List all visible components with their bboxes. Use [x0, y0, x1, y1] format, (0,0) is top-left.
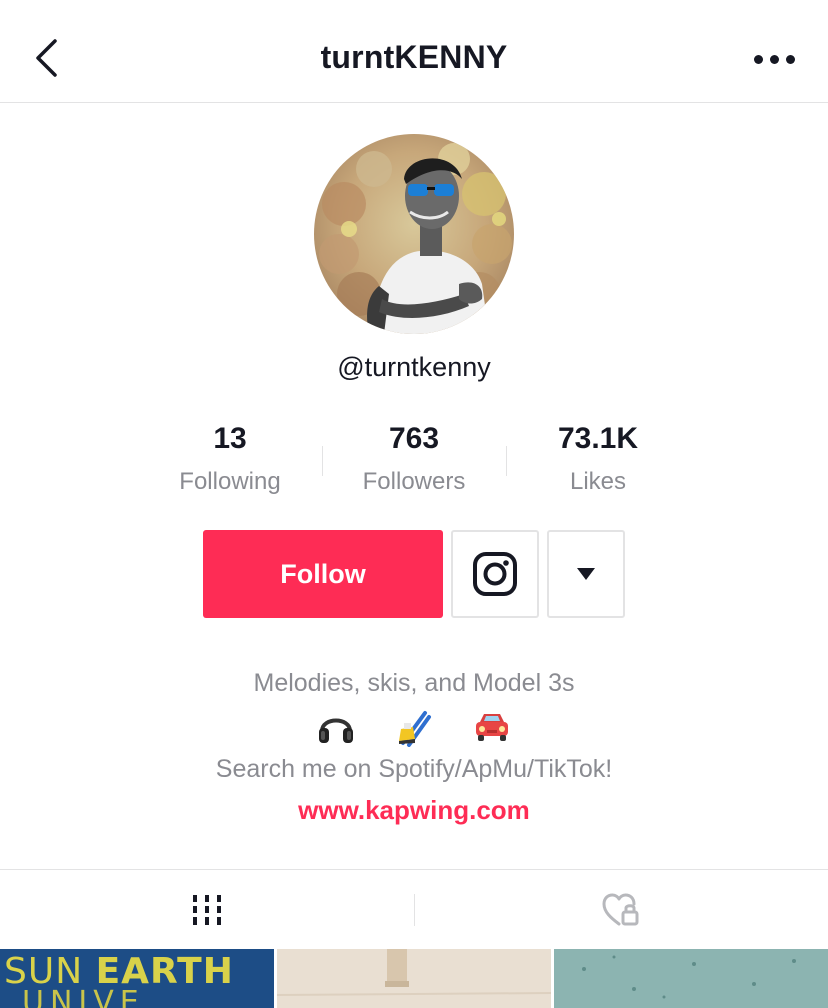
more-options-button[interactable] [750, 44, 798, 74]
follow-button[interactable]: Follow [203, 530, 443, 618]
bio-emojis [0, 703, 828, 751]
profile-page: turntKENNY @turntkenny 13 Following 763 … [0, 0, 828, 1008]
more-dot [785, 54, 795, 64]
stat-value: 73.1K [557, 422, 639, 455]
profile-stats: 13 Following 763 Followers 73.1K Likes [0, 418, 828, 508]
bio-text-line2: Search me on Spotify/ApMu/TikTok! [215, 755, 613, 783]
thumbnail-image [277, 949, 551, 1008]
stat-value: 763 [388, 422, 440, 455]
bio-link[interactable]: www.kapwing.com [298, 793, 530, 827]
thumbnail-text-c: UNIVE [22, 985, 145, 1008]
caret-down-icon [577, 568, 595, 580]
video-thumbnail[interactable] [277, 949, 551, 1008]
bio-text-line1: Melodies, skis, and Model 3s [253, 669, 575, 697]
profile-bio: Melodies, skis, and Model 3s Search me o… [0, 665, 828, 827]
ski-icon [394, 707, 434, 747]
profile-avatar[interactable] [314, 134, 514, 334]
more-actions-dropdown[interactable] [547, 530, 625, 618]
avatar-image [314, 134, 514, 334]
thumbnail-image [554, 949, 828, 1008]
page-title: turntKENNY [320, 39, 508, 75]
video-thumbnail[interactable] [554, 949, 828, 1008]
car-icon [472, 707, 512, 747]
more-horizontal-icon [753, 54, 763, 64]
headphones-icon [316, 707, 356, 747]
profile-tabs [0, 869, 828, 949]
video-thumbnail[interactable]: SUN EARTH UNIVE [0, 949, 274, 1008]
stat-label: Followers [362, 468, 466, 495]
grid-icon [193, 895, 221, 925]
profile-handle: @turntkenny [337, 352, 491, 382]
stat-following[interactable]: 13 Following [138, 418, 322, 496]
stat-followers[interactable]: 763 Followers [322, 418, 506, 496]
stat-value: 13 [213, 422, 247, 455]
video-grid: SUN EARTH UNIVE [0, 949, 828, 1008]
tab-videos[interactable] [0, 870, 414, 950]
stat-label: Likes [569, 468, 627, 495]
tab-liked[interactable] [414, 870, 828, 950]
top-bar: turntKENNY [0, 0, 828, 103]
stat-likes[interactable]: 73.1K Likes [506, 418, 690, 496]
more-dot [769, 54, 779, 64]
liked-private-icon [602, 893, 639, 926]
instagram-icon [473, 552, 517, 596]
stat-label: Following [179, 468, 281, 495]
instagram-button[interactable] [451, 530, 539, 618]
